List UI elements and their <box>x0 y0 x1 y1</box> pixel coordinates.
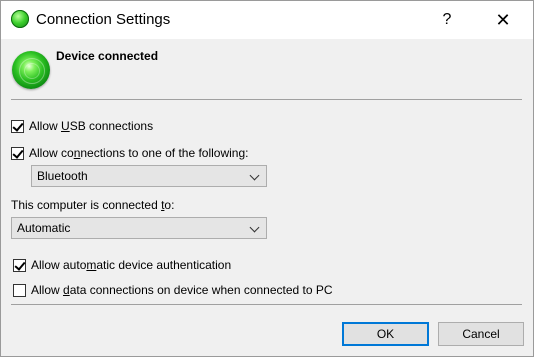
allow-connections-check-box[interactable] <box>11 146 24 160</box>
title-bar: Connection Settings ? ✕ <box>1 1 533 39</box>
allow-usb-label: Allow USB connections <box>29 119 154 133</box>
auto-auth-check-box[interactable] <box>13 258 26 272</box>
cancel-button[interactable]: Cancel <box>438 322 524 346</box>
footer-divider <box>11 304 522 305</box>
allow-connections-label: Allow connections to one of the followin… <box>29 146 249 160</box>
connection-type-select[interactable]: Bluetooth <box>31 165 267 187</box>
chevron-down-icon <box>249 170 260 181</box>
connected-to-label: This computer is connected to: <box>11 198 175 212</box>
connection-settings-dialog: Connection Settings ? ✕ Device connected… <box>0 0 534 357</box>
data-connections-label: Allow data connections on device when co… <box>31 283 333 297</box>
allow-usb-check-box[interactable] <box>11 119 24 133</box>
auto-auth-checkbox[interactable]: Allow automatic device authentication <box>13 256 231 274</box>
chevron-down-icon <box>249 222 260 233</box>
status-header: Device connected <box>1 39 533 99</box>
allow-connections-checkbox[interactable]: Allow connections to one of the followin… <box>11 144 249 162</box>
header-divider <box>11 99 522 100</box>
data-connections-check-box[interactable] <box>13 283 26 297</box>
connection-type-value: Bluetooth <box>37 169 88 183</box>
help-button[interactable]: ? <box>425 1 469 39</box>
window-title: Connection Settings <box>36 11 171 28</box>
status-text: Device connected <box>56 49 159 63</box>
close-icon[interactable]: ✕ <box>481 1 525 39</box>
connected-to-select[interactable]: Automatic <box>11 217 267 239</box>
app-icon <box>11 10 29 28</box>
connected-to-value: Automatic <box>17 221 71 235</box>
data-connections-checkbox[interactable]: Allow data connections on device when co… <box>13 281 333 299</box>
connected-status-icon <box>12 51 50 89</box>
auto-auth-label: Allow automatic device authentication <box>31 258 232 272</box>
ok-button[interactable]: OK <box>342 322 429 346</box>
allow-usb-checkbox[interactable]: Allow USB connections <box>11 117 153 135</box>
